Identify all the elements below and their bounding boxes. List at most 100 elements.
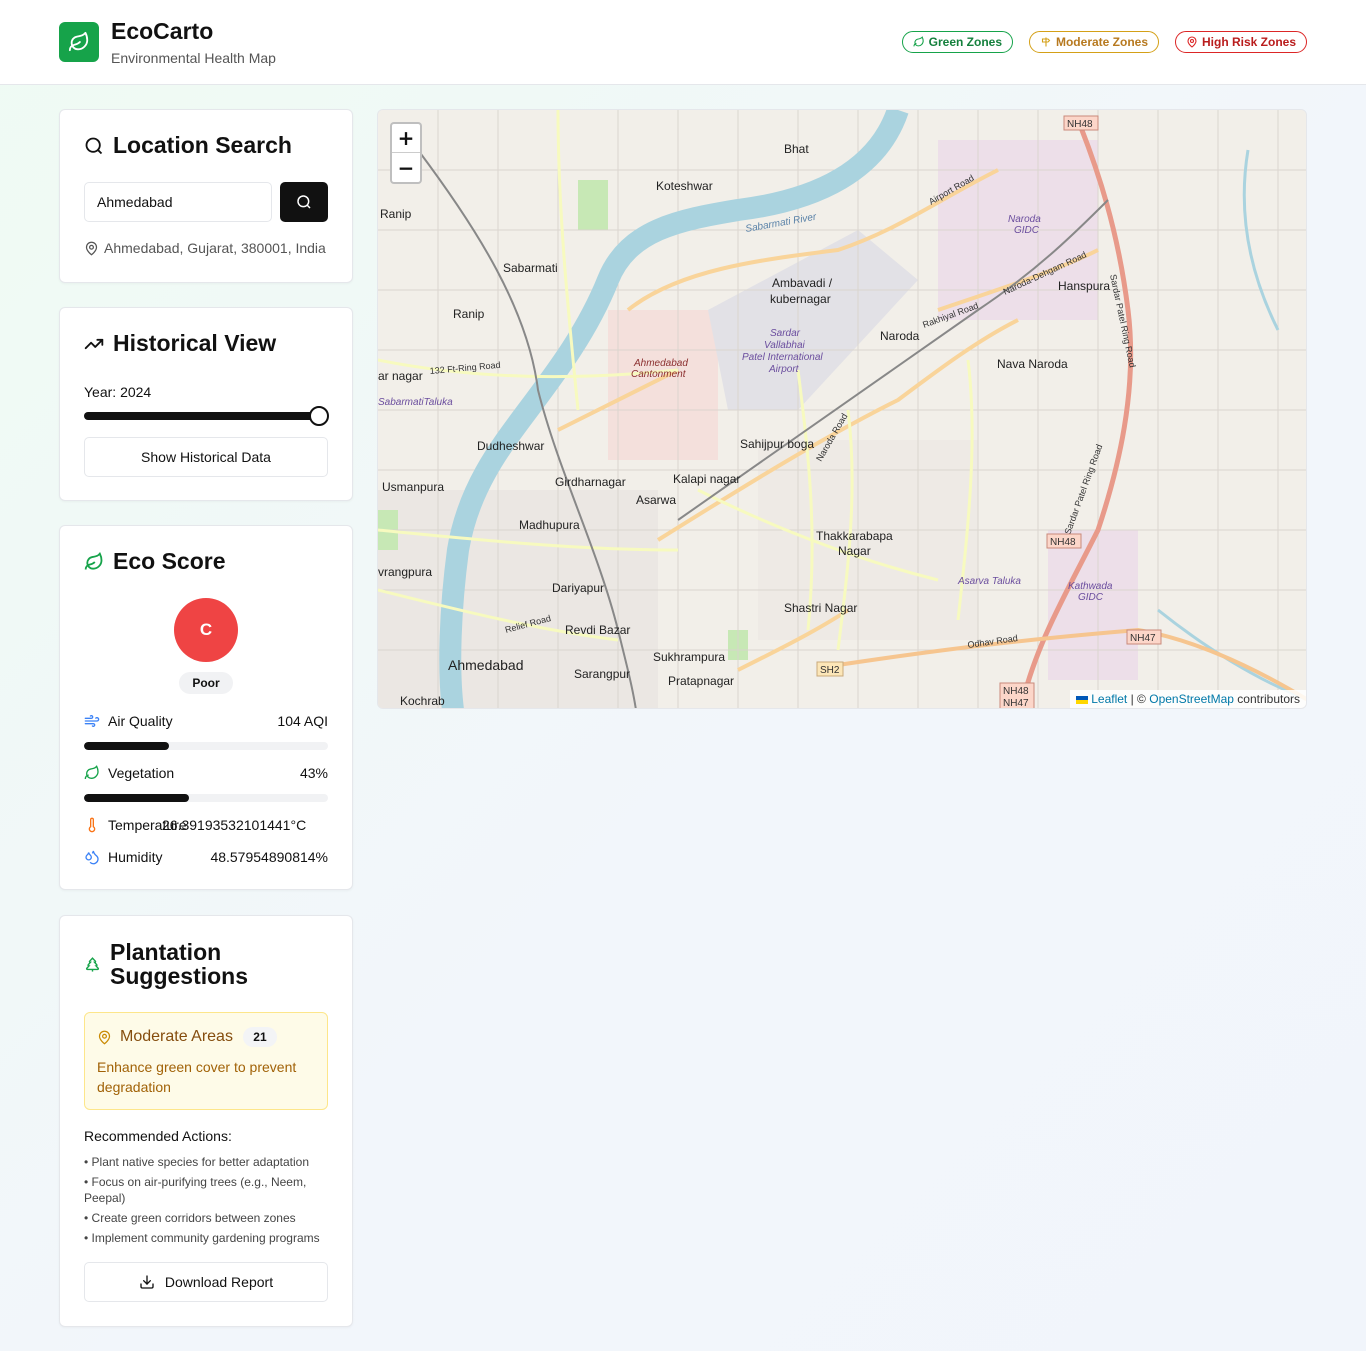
eco-score-heading: Eco Score <box>84 548 226 575</box>
place-label: Ambavadi / <box>772 276 833 290</box>
metric-vegetation: Vegetation 43% <box>84 763 328 783</box>
highway-shield: NH48 <box>1003 686 1029 697</box>
recommended-actions-list: • Plant native species for better adapta… <box>84 1154 328 1250</box>
location-search-card: Location Search Ahmedabad, Gujarat, 3800… <box>59 109 353 283</box>
search-input[interactable] <box>84 182 272 222</box>
place-label: Sukhrampura <box>653 650 725 664</box>
map-attribution: Leaflet | © OpenStreetMap contributors <box>1069 690 1306 708</box>
search-icon <box>85 137 103 154</box>
metric-label: Humidity <box>108 849 163 865</box>
area-label: Kathwada <box>1068 581 1113 592</box>
year-slider-track[interactable] <box>84 412 324 420</box>
metric-label: Vegetation <box>108 765 175 781</box>
zoom-in-button[interactable]: + <box>392 124 420 153</box>
place-label: Asarwa <box>636 493 676 507</box>
year-slider-thumb[interactable] <box>309 406 329 426</box>
area-label: Sardar <box>770 328 801 339</box>
metric-value: 26.39193532101441°C <box>162 817 307 833</box>
show-historical-button[interactable]: Show Historical Data <box>84 437 328 477</box>
map-tiles[interactable]: Ahmedabad Naroda Nava Naroda Sabarmati R… <box>378 110 1307 709</box>
highway-shield: SH2 <box>820 665 840 676</box>
historical-view-heading: Historical View <box>84 330 276 357</box>
area-label: Cantonment <box>631 369 687 380</box>
year-label: Year: 2024 <box>84 384 152 400</box>
place-label: Sahijpur boga <box>740 437 814 451</box>
place-label: Koteshwar <box>656 179 713 193</box>
place-label: Pratapnagar <box>668 674 734 688</box>
historical-view-card: Historical View Year: 2024 Show Historic… <box>59 307 353 501</box>
map-pin-icon <box>1187 36 1197 48</box>
trending-up-icon <box>84 338 104 349</box>
place-label: Ahmedabad <box>448 657 524 673</box>
leaf-icon <box>84 765 99 780</box>
moderate-areas-box: Moderate Areas 21 Enhance green cover to… <box>84 1012 328 1110</box>
resolved-location: Ahmedabad, Gujarat, 380001, India <box>84 240 326 256</box>
list-item: • Create green corridors between zones <box>84 1211 296 1225</box>
place-label: Kochrab <box>400 694 445 708</box>
osm-link[interactable]: OpenStreetMap <box>1149 692 1234 706</box>
area-label: Asarva Taluka <box>957 576 1021 587</box>
eco-rating-badge: Poor <box>179 672 233 694</box>
app-subtitle: Environmental Health Map <box>111 50 276 66</box>
zoom-out-button[interactable]: − <box>392 153 420 182</box>
high-risk-zones-label: High Risk Zones <box>1201 35 1296 49</box>
area-label: Airport <box>768 364 800 375</box>
green-zones-badge[interactable]: Green Zones <box>902 31 1013 53</box>
leaflet-link[interactable]: Leaflet <box>1091 692 1127 706</box>
area-label: Patel International <box>742 352 823 363</box>
place-label: kubernagar <box>770 292 831 306</box>
search-button[interactable] <box>280 182 328 222</box>
highway-shield: NH47 <box>1130 633 1156 644</box>
area-label: Naroda <box>1008 214 1041 225</box>
eco-score-title: Eco Score <box>113 548 226 574</box>
place-label: Nagar <box>838 544 871 558</box>
place-label: Sarangpur <box>574 667 630 681</box>
place-label: Naroda <box>880 329 920 343</box>
place-label: Dudheshwar <box>477 439 544 453</box>
list-item: • Implement community gardening programs <box>84 1231 320 1245</box>
historical-view-title: Historical View <box>113 330 277 356</box>
place-label: Nava Naroda <box>997 357 1068 371</box>
thermometer-icon <box>88 817 96 833</box>
recommended-actions-title: Recommended Actions: <box>84 1128 232 1144</box>
place-label: Hanspura <box>1058 279 1110 293</box>
eco-grade-circle: C <box>174 598 238 662</box>
search-icon <box>297 195 311 209</box>
metric-value: 48.57954890814% <box>210 849 328 865</box>
zoom-control: + − <box>390 122 422 184</box>
map-pin-icon <box>85 241 98 256</box>
download-report-button[interactable]: Download Report <box>84 1262 328 1302</box>
vegetation-bar <box>84 794 328 802</box>
moderate-zones-badge[interactable]: Moderate Zones <box>1029 31 1159 53</box>
download-icon <box>140 1275 154 1289</box>
droplets-icon <box>85 850 99 865</box>
leaf-icon <box>84 551 103 570</box>
area-label: GIDC <box>1014 225 1040 236</box>
place-label: vrangpura <box>378 565 432 579</box>
area-label: GIDC <box>1078 592 1104 603</box>
metric-air-quality: Air Quality 104 AQI <box>84 711 328 731</box>
moderate-areas-header: Moderate Areas 21 <box>97 1027 277 1047</box>
green-zones-label: Green Zones <box>928 35 1002 49</box>
environmental-map[interactable]: Ahmedabad Naroda Nava Naroda Sabarmati R… <box>377 109 1307 709</box>
resolved-location-text: Ahmedabad, Gujarat, 380001, India <box>104 240 326 256</box>
plantation-title: Plantation Suggestions <box>110 939 249 989</box>
highway-shield: NH47 <box>1003 698 1029 709</box>
metric-humidity: Humidity 48.57954890814% <box>84 847 328 867</box>
high-risk-zones-badge[interactable]: High Risk Zones <box>1175 31 1307 53</box>
highway-shield: NH48 <box>1050 537 1076 548</box>
app-title: EcoCarto <box>111 18 214 44</box>
signpost-icon <box>1041 37 1051 47</box>
area-label: SabarmatiTaluka <box>378 397 453 408</box>
list-item: • Plant native species for better adapta… <box>84 1155 310 1169</box>
attribution-suffix: contributors <box>1237 692 1300 706</box>
moderate-areas-label: Moderate Areas <box>120 1028 233 1045</box>
location-search-title: Location Search <box>113 132 292 158</box>
place-label: Usmanpura <box>382 480 444 494</box>
place-label: Ranip <box>380 207 412 221</box>
ukraine-flag-icon <box>1075 695 1088 704</box>
attribution-separator: | © <box>1130 692 1146 706</box>
plantation-heading: Plantation Suggestions <box>84 940 290 988</box>
location-search-heading: Location Search <box>84 132 292 159</box>
app-logo <box>59 22 99 62</box>
